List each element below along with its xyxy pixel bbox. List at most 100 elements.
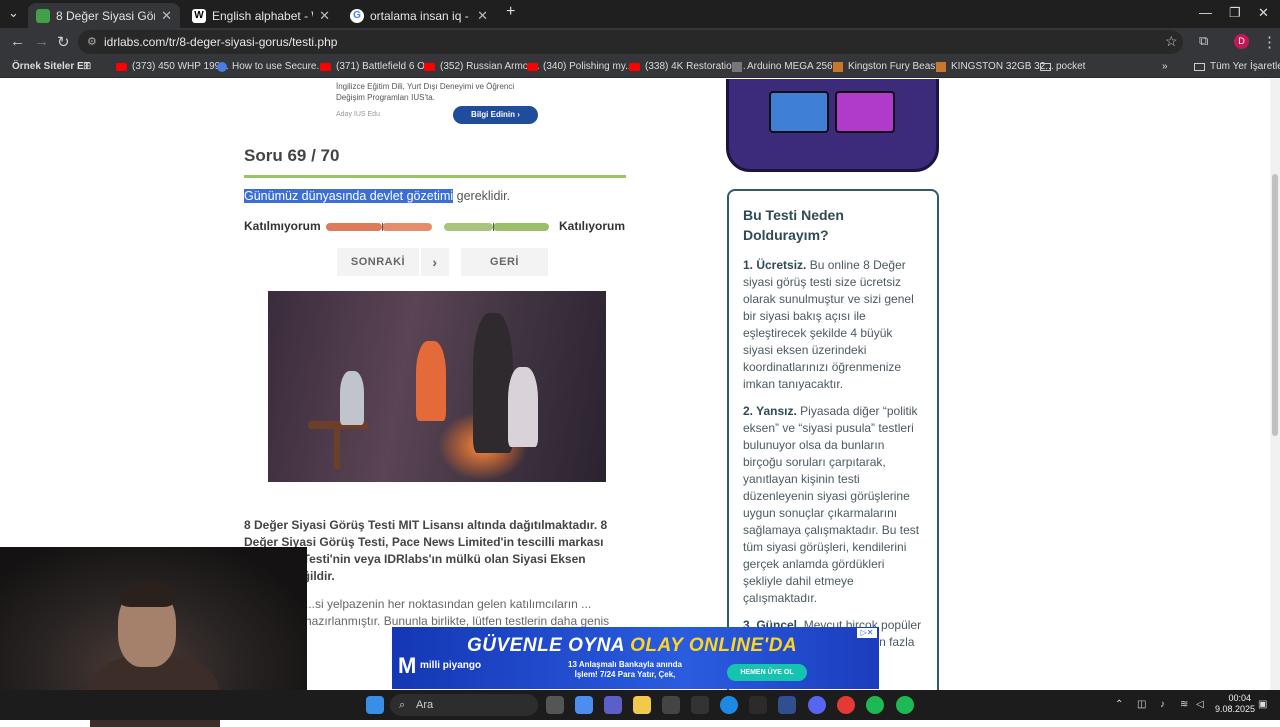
volume-icon[interactable]: ◁ xyxy=(1196,699,1204,710)
app-icon[interactable] xyxy=(749,696,767,714)
bookmark-item[interactable]: How to use Secure... xyxy=(217,56,325,78)
all-bookmarks-folder[interactable]: Tüm Yer İşaretleri xyxy=(1194,56,1280,78)
discord-icon[interactable] xyxy=(808,696,826,714)
close-tab-icon[interactable]: ✕ xyxy=(319,8,330,24)
question-counter: Soru 69 / 70 xyxy=(244,146,340,165)
ad-close-icon[interactable]: ▷✕ xyxy=(857,628,877,638)
address-bar: ← → ↻ ⚙ idrlabs.com/tr/8-deger-siyasi-go… xyxy=(0,28,1280,56)
clock[interactable]: 00:04 9.08.2025 xyxy=(1215,693,1255,715)
folder-icon xyxy=(1040,63,1051,71)
why-title: Bu Testi Neden Doldurayım? xyxy=(743,207,844,243)
close-tab-icon[interactable]: ✕ xyxy=(477,8,488,24)
scrollbar-thumb[interactable] xyxy=(1272,174,1278,436)
site-info-icon[interactable]: ⚙ xyxy=(87,30,97,54)
site-icon xyxy=(217,62,227,72)
steam-icon[interactable] xyxy=(778,696,796,714)
taskbar-search[interactable]: ⌕ Ara xyxy=(390,694,538,716)
bookmark-item[interactable]: (371) Battlefield 6 O... xyxy=(320,56,433,78)
ad-cta-button[interactable]: HEMEN ÜYE OL xyxy=(727,664,807,681)
wifi-icon[interactable]: ≋ xyxy=(1180,699,1188,710)
hepsiburada-icon xyxy=(936,62,946,72)
bookmark-folder[interactable]: pocket xyxy=(1040,56,1085,78)
top-ad-source: Aday IUS Edu xyxy=(336,111,380,118)
bookmark-item[interactable]: Örnek Siteler ET xyxy=(12,56,90,78)
chrome-icon[interactable] xyxy=(837,696,855,714)
restore-icon[interactable]: ❐ xyxy=(1229,5,1241,21)
app-icon[interactable] xyxy=(866,696,884,714)
next-button[interactable]: SONRAKİ xyxy=(337,248,419,276)
milli-piyango-logo-icon: M xyxy=(398,653,417,678)
google-favicon-icon: G xyxy=(350,8,364,23)
spotify-icon[interactable] xyxy=(896,696,914,714)
youtube-icon xyxy=(629,63,640,71)
question-text: Günümüz dünyasında devlet gözetimi gerek… xyxy=(244,189,510,203)
minimize-icon[interactable]: — xyxy=(1199,5,1212,20)
url-field[interactable]: ⚙ idrlabs.com/tr/8-deger-siyasi-gorus/te… xyxy=(78,30,1183,54)
bookmark-item[interactable]: KINGSTON 32GB 32... xyxy=(936,56,1054,78)
wikipedia-favicon-icon: W xyxy=(192,8,206,23)
agree-segment[interactable] xyxy=(444,223,493,231)
store-icon[interactable] xyxy=(662,696,680,714)
page-scrollbar[interactable] xyxy=(1270,79,1280,690)
disagree-segment[interactable] xyxy=(382,223,432,231)
bottom-ad-banner[interactable]: M milli piyango GÜVENLE OYNA OLAY ONLINE… xyxy=(392,627,879,689)
description-text: ...si yelpazenin her noktasından gelen k… xyxy=(305,597,610,628)
top-ad-text: İngilizce Eğitim Dili, Yurt Dışı Deneyim… xyxy=(336,82,515,102)
teams-icon[interactable] xyxy=(604,696,622,714)
file-explorer-icon[interactable] xyxy=(633,696,651,714)
notification-icon[interactable]: ▣ xyxy=(1258,699,1267,710)
tray-chevron-icon[interactable]: ⌃ xyxy=(1115,699,1123,710)
apps-grid-icon[interactable]: ⊞ xyxy=(83,56,91,78)
bookmark-item[interactable]: (373) 450 WHP 199... xyxy=(116,56,229,78)
url-text: idrlabs.com/tr/8-deger-siyasi-gorus/test… xyxy=(104,35,338,49)
edge-icon[interactable] xyxy=(720,696,738,714)
bookmark-item[interactable]: (338) 4K Restoration... xyxy=(629,56,746,78)
idrlabs-favicon-icon xyxy=(36,8,50,23)
top-ad-button[interactable]: Bilgi Edinin › xyxy=(453,106,538,124)
bookmarks-bar: Örnek Siteler ET ⊞ (373) 450 WHP 199... … xyxy=(0,56,1280,78)
youtube-icon xyxy=(527,63,538,71)
bookmark-item[interactable]: (352) Russian Armor... xyxy=(424,56,539,78)
robot-figure xyxy=(340,371,364,425)
start-icon[interactable] xyxy=(366,696,384,714)
tab-8-deger[interactable]: 8 Değer Siyasi Görüş Testi ✕ xyxy=(28,3,180,28)
next-arrow-icon[interactable]: › xyxy=(421,248,449,276)
tab-wikipedia[interactable]: W English alphabet - Wikipedia ✕ xyxy=(184,3,338,28)
search-icon: ⌕ xyxy=(399,699,406,711)
task-view-icon[interactable] xyxy=(546,696,564,714)
bookmark-item[interactable]: Kingston Fury Beast... xyxy=(833,56,946,78)
copilot-icon[interactable] xyxy=(575,696,593,714)
microphone-icon[interactable]: ♪ xyxy=(1160,699,1165,710)
close-window-icon[interactable]: ✕ xyxy=(1258,5,1269,21)
profile-avatar[interactable]: D xyxy=(1234,34,1249,49)
extensions-icon[interactable]: ⧉ xyxy=(1199,33,1208,49)
reload-icon[interactable]: ↻ xyxy=(57,33,70,51)
strongly-agree-segment[interactable] xyxy=(493,223,549,231)
more-bookmarks-icon[interactable]: » xyxy=(1162,56,1168,78)
site-icon xyxy=(732,62,742,72)
promo-banner[interactable] xyxy=(726,79,939,172)
tab-google[interactable]: G ortalama insan iq - Google'da Ara ✕ xyxy=(342,3,496,28)
quiz-progress-bar xyxy=(244,175,626,178)
bookmark-item[interactable]: Arduino MEGA 256... xyxy=(732,56,841,78)
app-icon[interactable] xyxy=(691,696,709,714)
menu-kebab-icon[interactable]: ⋮ xyxy=(1262,33,1277,51)
scale-tick xyxy=(493,223,494,231)
bookmark-item[interactable]: (340) Polishing my... xyxy=(527,56,633,78)
question-highlight: Günümüz dünyasında devlet gözetimi xyxy=(244,189,454,203)
back-icon[interactable]: ← xyxy=(10,33,25,50)
strongly-disagree-segment[interactable] xyxy=(326,223,382,231)
forward-icon[interactable]: → xyxy=(34,33,49,50)
hero-image xyxy=(268,291,606,482)
new-tab-icon[interactable]: + xyxy=(506,3,515,21)
close-tab-icon[interactable]: ✕ xyxy=(161,8,172,24)
tab-bar: ⌄ 8 Değer Siyasi Görüş Testi ✕ W English… xyxy=(0,0,1280,28)
tab-label: ortalama insan iq - Google'da Ara xyxy=(370,8,471,23)
tray-app-icon[interactable]: ◫ xyxy=(1137,699,1146,710)
why-point: 1. Ücretsiz. Bu online 8 Değer siyasi gö… xyxy=(743,258,914,391)
bookmark-star-icon[interactable]: ☆ xyxy=(1165,33,1178,50)
search-placeholder: Ara xyxy=(416,699,434,711)
child-figure xyxy=(508,367,538,447)
tab-list-chevron-icon[interactable]: ⌄ xyxy=(8,5,19,21)
back-button[interactable]: GERİ xyxy=(461,248,548,276)
